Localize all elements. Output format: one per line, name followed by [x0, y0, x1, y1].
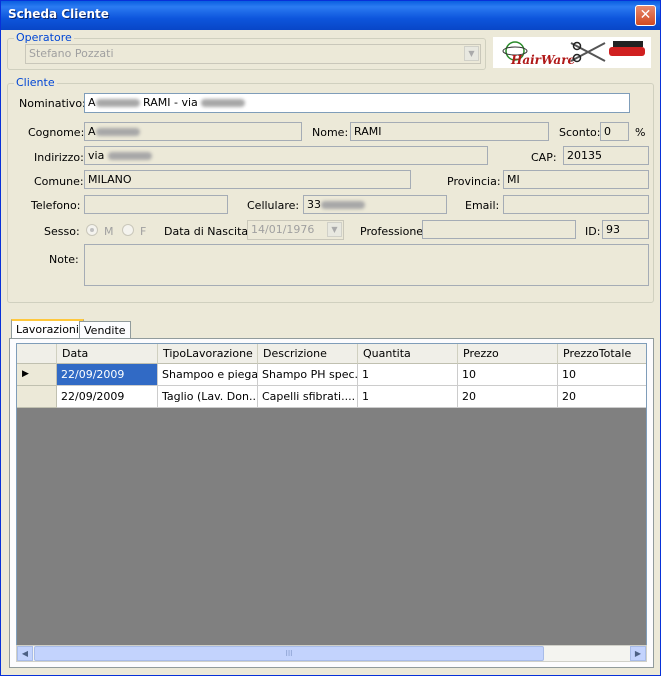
email-field[interactable]: [503, 195, 649, 214]
cliente-legend: Cliente: [14, 76, 57, 89]
telefono-field[interactable]: [84, 195, 228, 214]
indirizzo-label: Indirizzo:: [34, 151, 84, 164]
sesso-f-radio[interactable]: [122, 224, 134, 236]
note-label: Note:: [49, 253, 79, 266]
window-title: Scheda Cliente: [8, 7, 109, 21]
column-header[interactable]: PrezzoTotale: [558, 344, 646, 364]
table-cell[interactable]: Capelli sfibrati....: [258, 386, 358, 408]
nominativo-middle: RAMI - via: [143, 96, 198, 109]
comune-label: Comune:: [34, 175, 84, 188]
tab-lavorazioni-label: Lavorazioni: [16, 323, 79, 336]
cognome-value: A: [88, 125, 96, 138]
nominativo-prefix: A: [88, 96, 96, 109]
nascita-label: Data di Nascita:: [164, 225, 252, 238]
redacted-text: [95, 128, 140, 136]
data-grid[interactable]: Data TipoLavorazione Descrizione Quantit…: [16, 343, 647, 662]
table-cell[interactable]: 22/09/2009: [57, 386, 158, 408]
arrow-right-icon[interactable]: ▶: [630, 646, 646, 661]
column-header[interactable]: Data: [57, 344, 158, 364]
provincia-field[interactable]: MI: [503, 170, 649, 189]
nome-value: RAMI: [354, 125, 382, 138]
sconto-label: Sconto:: [559, 126, 601, 139]
horizontal-scrollbar[interactable]: ◀ III ▶: [16, 645, 647, 662]
nascita-picker[interactable]: 14/01/1976 ▼: [247, 220, 344, 240]
redacted-text: [201, 99, 246, 107]
cellulare-field[interactable]: 33: [303, 195, 447, 214]
cap-value: 20135: [567, 149, 602, 162]
sesso-m-radio[interactable]: [86, 224, 98, 236]
table-cell[interactable]: Shampoo e piega...: [158, 364, 258, 386]
cap-label: CAP:: [531, 151, 557, 164]
sesso-m-label: M: [104, 225, 114, 238]
logo-text: HairWare: [510, 53, 576, 67]
tab-vendite[interactable]: Vendite: [79, 321, 131, 339]
professione-field[interactable]: [422, 220, 576, 239]
row-header[interactable]: [17, 386, 57, 408]
table-cell[interactable]: 20: [458, 386, 558, 408]
chevron-down-icon[interactable]: ▼: [464, 46, 479, 61]
indirizzo-value: via: [88, 149, 105, 162]
nominativo-label: Nominativo:: [19, 97, 86, 110]
table-cell[interactable]: 1: [358, 386, 458, 408]
cognome-field[interactable]: A: [84, 122, 302, 141]
scrollbar-thumb[interactable]: III: [34, 646, 544, 661]
sconto-unit: %: [635, 126, 646, 139]
indirizzo-field[interactable]: via: [84, 146, 488, 165]
operatore-legend: Operatore: [14, 31, 74, 44]
tab-vendite-label: Vendite: [84, 324, 126, 337]
column-header[interactable]: Prezzo: [458, 344, 558, 364]
redacted-text: [321, 201, 365, 209]
telefono-label: Telefono:: [31, 199, 81, 212]
redacted-text: [107, 152, 152, 160]
chevron-down-icon[interactable]: ▼: [327, 222, 342, 237]
operatore-value: Stefano Pozzati: [29, 47, 114, 60]
id-label: ID:: [585, 225, 601, 238]
column-header[interactable]: Quantita: [358, 344, 458, 364]
nome-field[interactable]: RAMI: [350, 122, 549, 141]
cognome-label: Cognome:: [28, 126, 85, 139]
table-cell[interactable]: Shampo PH spec...: [258, 364, 358, 386]
row-header[interactable]: ▶: [17, 364, 57, 386]
professione-label: Professione:: [360, 225, 427, 238]
id-value: 93: [606, 223, 620, 236]
provincia-value: MI: [507, 173, 520, 186]
tab-lavorazioni[interactable]: Lavorazioni: [11, 319, 84, 339]
operatore-select[interactable]: Stefano Pozzati ▼: [25, 44, 481, 64]
sesso-label: Sesso:: [44, 225, 80, 238]
comune-value: MILANO: [88, 173, 132, 186]
operatore-group: Operatore Stefano Pozzati ▼: [7, 31, 486, 70]
close-icon: ✕: [639, 7, 652, 23]
redacted-text: [95, 99, 140, 107]
close-button[interactable]: ✕: [635, 5, 656, 26]
table-cell[interactable]: 10: [558, 364, 646, 386]
nascita-value: 14/01/1976: [251, 223, 315, 236]
window: Scheda Cliente ✕ Operatore Stefano Pozza…: [0, 0, 661, 676]
arrow-left-icon[interactable]: ◀: [17, 646, 33, 661]
table-cell[interactable]: 1: [358, 364, 458, 386]
table-cell[interactable]: 10: [458, 364, 558, 386]
cap-field[interactable]: 20135: [563, 146, 649, 165]
nominativo-field[interactable]: A RAMI - via: [84, 93, 630, 113]
table-cell[interactable]: Taglio (Lav. Don...: [158, 386, 258, 408]
sesso-f-label: F: [140, 225, 147, 238]
provincia-label: Provincia:: [447, 175, 501, 188]
column-header[interactable]: TipoLavorazione: [158, 344, 258, 364]
cellulare-value: 33: [307, 198, 321, 211]
cellulare-label: Cellulare:: [247, 199, 300, 212]
sconto-value: 0: [604, 125, 611, 138]
column-header[interactable]: Descrizione: [258, 344, 358, 364]
id-field[interactable]: 93: [602, 220, 649, 239]
note-field[interactable]: [84, 244, 649, 286]
title-bar: Scheda Cliente ✕: [1, 1, 660, 30]
hairware-logo: HairWare: [493, 37, 651, 68]
nome-label: Nome:: [312, 126, 349, 139]
comune-field[interactable]: MILANO: [84, 170, 411, 189]
sconto-field[interactable]: 0: [600, 122, 629, 141]
table-cell[interactable]: 22/09/2009: [57, 364, 158, 386]
grid-corner: [17, 344, 57, 364]
email-label: Email:: [465, 199, 500, 212]
current-row-icon: ▶: [22, 369, 29, 379]
table-cell[interactable]: 20: [558, 386, 646, 408]
